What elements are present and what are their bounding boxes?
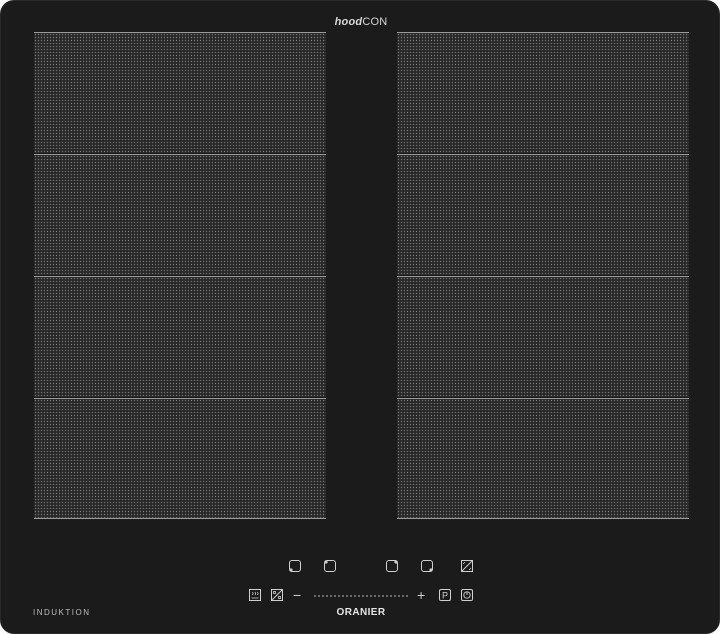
cooking-zone-left-3[interactable] (34, 276, 326, 397)
cooking-zone-right-1[interactable] (397, 32, 689, 153)
cooking-zone-left-1[interactable] (34, 32, 326, 153)
hoodcon-logo-prefix: hood (334, 16, 363, 28)
induction-hob-panel: hoodCON − + P INDUKTION ORANIER (0, 0, 720, 634)
zone-rear-left-icon[interactable] (323, 559, 337, 573)
zone-front-right-icon[interactable] (420, 559, 434, 573)
cooking-zone-right-2[interactable] (397, 154, 689, 275)
power-level-slider[interactable] (313, 595, 409, 597)
svg-text:P: P (442, 591, 448, 601)
oranier-logo: ORANIER (336, 607, 386, 618)
on-off-icon[interactable] (460, 588, 474, 602)
zone-rear-right-icon[interactable] (385, 559, 399, 573)
cooking-zone-left-4[interactable] (34, 398, 326, 519)
plus-button[interactable]: + (417, 588, 425, 602)
minus-button[interactable]: − (293, 588, 301, 602)
pause-icon[interactable] (270, 588, 284, 602)
hoodcon-logo: hoodCON (1, 16, 720, 28)
zone-front-left-icon[interactable] (288, 559, 302, 573)
power-boost-icon[interactable]: P (438, 588, 452, 602)
keep-warm-icon[interactable] (248, 588, 262, 602)
bridge-icon[interactable] (460, 559, 474, 573)
cooking-zone-right-3[interactable] (397, 276, 689, 397)
hoodcon-logo-suffix: CON (362, 16, 388, 28)
cooking-zone-right-4[interactable] (397, 398, 689, 519)
cooking-zone-left-2[interactable] (34, 154, 326, 275)
